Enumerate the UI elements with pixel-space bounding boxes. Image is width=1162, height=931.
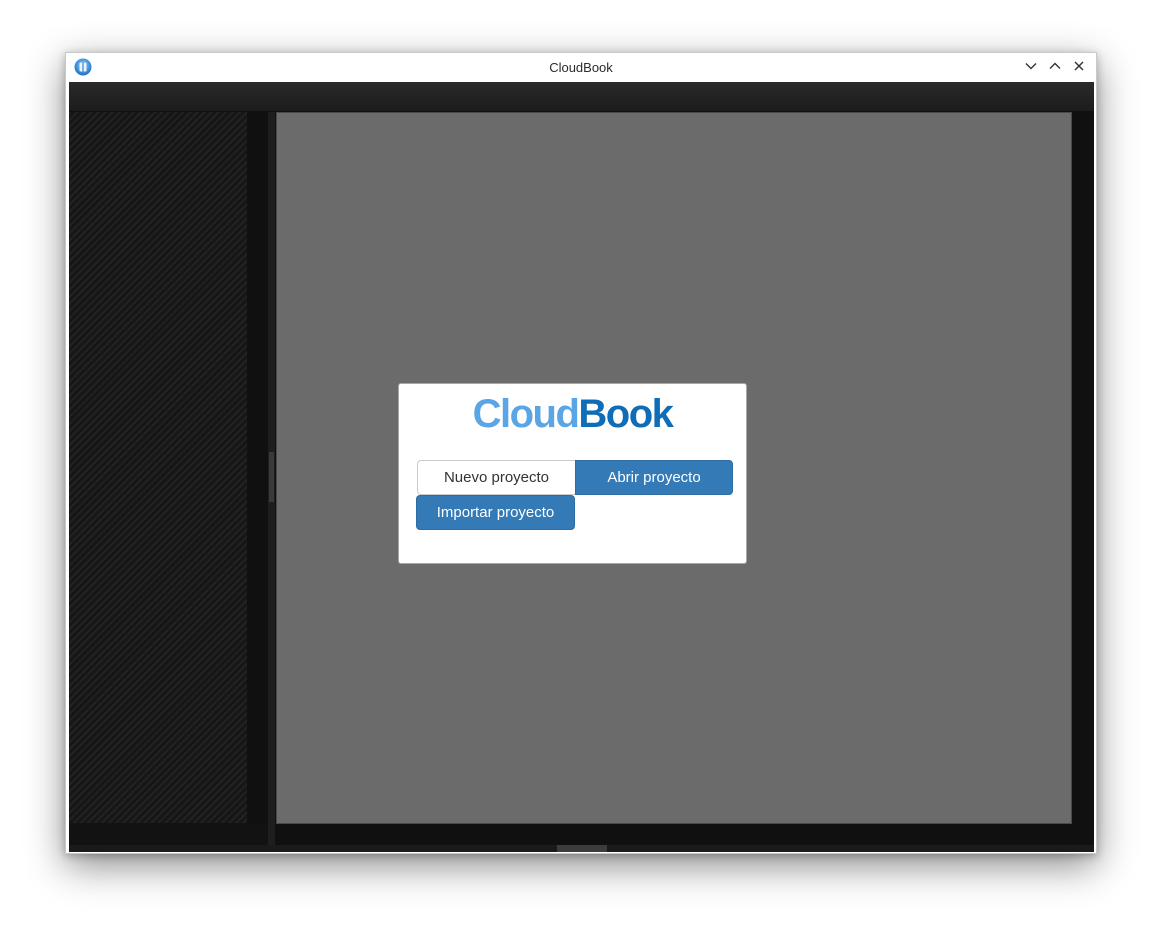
splitter-handle[interactable] bbox=[269, 452, 274, 502]
logo-cloud-text: Cloud bbox=[472, 392, 580, 436]
pages-panel-footer bbox=[69, 823, 268, 845]
close-icon bbox=[1072, 59, 1086, 78]
pages-panel[interactable] bbox=[69, 112, 247, 823]
cloudbook-logo: CloudBook bbox=[399, 392, 746, 436]
import-project-button[interactable]: Importar proyecto bbox=[416, 495, 575, 530]
scrollbar-thumb[interactable] bbox=[557, 845, 607, 852]
minimize-button[interactable] bbox=[1021, 58, 1041, 78]
maximize-button[interactable] bbox=[1045, 58, 1065, 78]
toolbar bbox=[69, 82, 1094, 111]
window-title: CloudBook bbox=[549, 60, 613, 75]
open-project-button[interactable]: Abrir proyecto bbox=[575, 460, 733, 495]
close-button[interactable] bbox=[1069, 58, 1089, 78]
chevron-up-icon bbox=[1048, 59, 1062, 78]
new-project-button[interactable]: Nuevo proyecto bbox=[417, 460, 576, 495]
chevron-down-icon bbox=[1024, 59, 1038, 78]
title-bar[interactable]: CloudBook bbox=[66, 53, 1096, 82]
welcome-dialog: CloudBook Nuevo proyecto Abrir proyecto … bbox=[398, 383, 747, 564]
logo-book-text: Book bbox=[578, 392, 674, 436]
